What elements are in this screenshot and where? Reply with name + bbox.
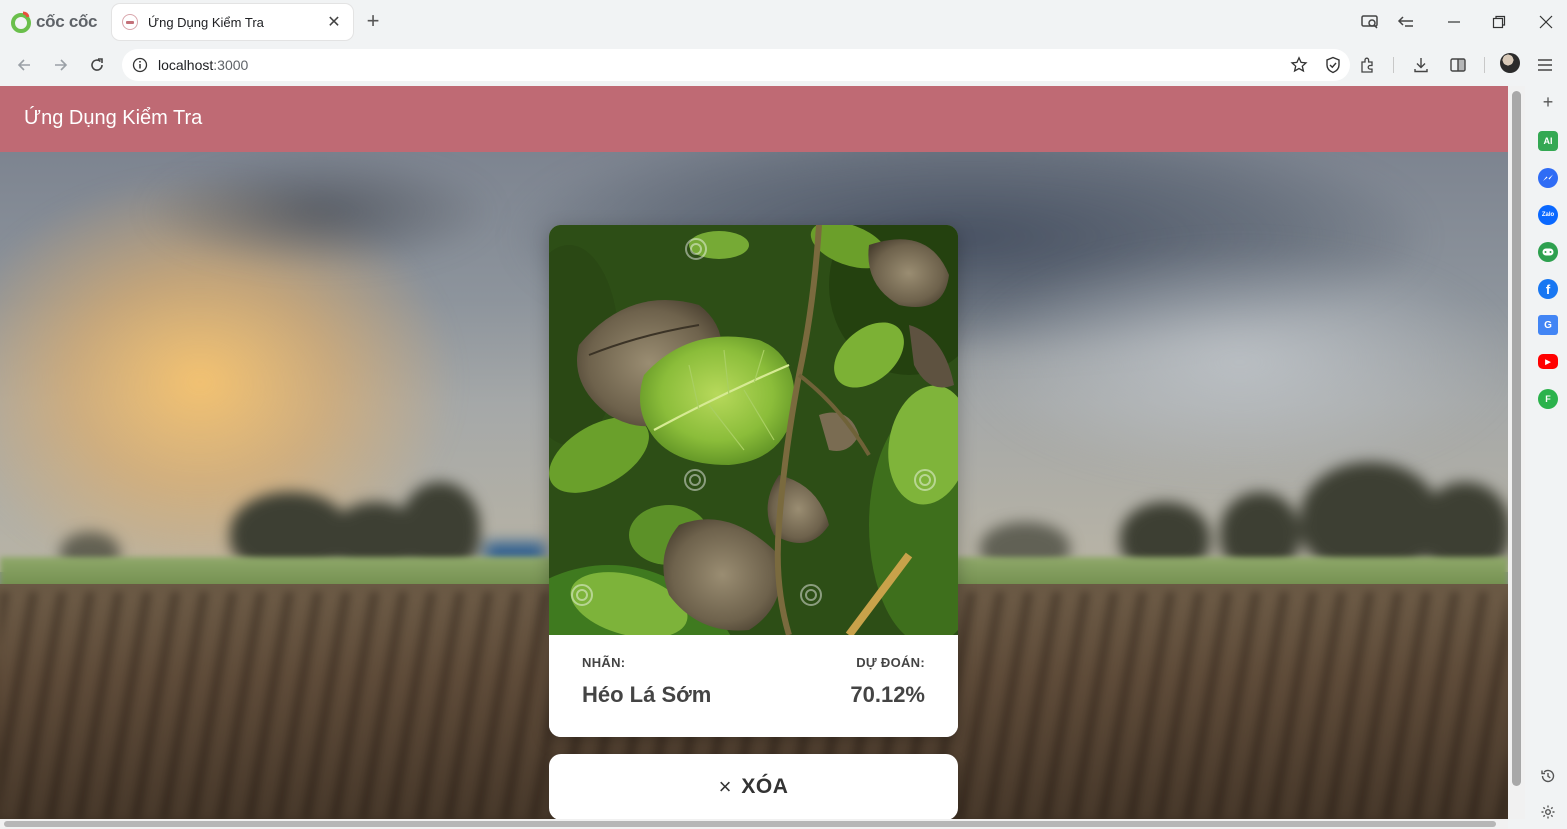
info-values: Héo Lá Sớm 70.12%	[582, 670, 925, 708]
back-button[interactable]	[11, 52, 37, 78]
extensions-icon[interactable]	[1356, 53, 1380, 77]
browser-sidebar: + AI Zalo f G ▶ F	[1528, 86, 1567, 829]
app-title: Ứng Dụng Kiểm Tra	[24, 107, 203, 129]
address-bar[interactable]: localhost:3000	[122, 49, 1350, 81]
horizontal-scrollbar-thumb[interactable]	[4, 821, 1496, 827]
site-info-icon[interactable]	[132, 57, 148, 73]
address-text[interactable]: localhost:3000	[158, 57, 248, 73]
prediction-heading: DỰ ĐOÁN:	[856, 655, 925, 670]
address-port: :3000	[213, 57, 249, 73]
sidebar-settings-icon[interactable]	[1537, 801, 1559, 823]
page-viewport: Ứng Dụng Kiểm Tra NHÃN: DỰ ĐOÁN: Héo Lá …	[0, 86, 1508, 819]
browser-toolbar: localhost:3000	[0, 44, 1567, 86]
label-value: Héo Lá Sớm	[582, 682, 712, 707]
app-header: Ứng Dụng Kiểm Tra	[0, 86, 1508, 152]
tab-favicon-icon	[122, 14, 138, 30]
bookmark-star-icon[interactable]	[1290, 56, 1308, 74]
sidebar-zalo-icon[interactable]: Zalo	[1538, 205, 1558, 225]
sidebar-facebook-label: f	[1545, 281, 1551, 297]
clear-button[interactable]: × XÓA	[549, 754, 958, 819]
prediction-info: NHÃN: DỰ ĐOÁN: Héo Lá Sớm 70.12%	[549, 635, 958, 737]
split-view-icon[interactable]	[1446, 53, 1470, 77]
sidebar-youtube-icon[interactable]: ▶	[1538, 354, 1558, 369]
minimize-button[interactable]	[1440, 10, 1468, 34]
label-heading: NHÃN:	[582, 655, 626, 670]
toolbar-separator	[1484, 57, 1485, 73]
bg-cloud	[960, 242, 1508, 482]
adblock-shield-icon[interactable]	[1324, 56, 1342, 74]
sidebar-zalo-label: Zalo	[1541, 212, 1555, 218]
bg-cloud	[140, 152, 500, 272]
sidebar-history-icon[interactable]	[1537, 765, 1559, 787]
sidebar-youtube-label: ▶	[1545, 358, 1551, 366]
tab-active[interactable]: Ứng Dụng Kiểm Tra ✕	[112, 4, 353, 40]
sidebar-add-icon[interactable]: +	[1537, 91, 1559, 113]
clear-button-label: XÓA	[741, 775, 789, 798]
close-window-button[interactable]	[1532, 10, 1560, 34]
download-icon[interactable]	[1409, 53, 1433, 77]
screen-capture-icon[interactable]	[1356, 10, 1384, 34]
toolbar-separator	[1393, 57, 1394, 73]
sidebar-ai-label: AI	[1543, 136, 1553, 146]
browser-logo[interactable]: cốc cốc	[10, 10, 98, 34]
result-card: NHÃN: DỰ ĐOÁN: Héo Lá Sớm 70.12%	[549, 225, 958, 737]
tab-strip: cốc cốc Ứng Dụng Kiểm Tra ✕ +	[0, 0, 1567, 44]
address-bar-actions	[1290, 53, 1342, 77]
sidebar-feedly-icon[interactable]: F	[1538, 389, 1558, 409]
tab-close-icon[interactable]: ✕	[325, 12, 343, 32]
uploaded-leaf-image	[549, 225, 958, 635]
sidebar-facebook-icon[interactable]: f	[1538, 279, 1558, 299]
new-tab-button[interactable]: +	[362, 10, 384, 32]
sidebar-ai-icon[interactable]: AI	[1538, 131, 1558, 151]
address-host: localhost	[158, 57, 214, 73]
horizontal-scrollbar[interactable]	[0, 819, 1508, 829]
browser-brand-text: cốc cốc	[36, 12, 98, 31]
sidebar-messenger-icon[interactable]	[1538, 168, 1558, 188]
tab-title: Ứng Dụng Kiểm Tra	[148, 14, 264, 30]
sidebar-translate-icon[interactable]: G	[1538, 315, 1558, 335]
prediction-value: 70.12%	[850, 682, 925, 707]
restore-button[interactable]	[1485, 10, 1513, 34]
forward-button[interactable]	[48, 52, 74, 78]
reload-button[interactable]	[84, 52, 110, 78]
leaf-image-illustration	[549, 225, 958, 635]
close-icon: ×	[718, 774, 732, 799]
sidebar-feedly-label: F	[1545, 394, 1551, 404]
vertical-scrollbar-thumb[interactable]	[1512, 91, 1521, 786]
vertical-scrollbar[interactable]	[1508, 86, 1525, 819]
coccoc-logo-icon	[11, 11, 31, 33]
info-headings: NHÃN: DỰ ĐOÁN:	[582, 655, 925, 670]
tab-search-icon[interactable]	[1392, 10, 1420, 34]
menu-icon[interactable]	[1533, 53, 1557, 77]
sidebar-translate-label: G	[1544, 319, 1552, 331]
profile-avatar[interactable]	[1500, 53, 1520, 73]
sidebar-game-icon[interactable]	[1538, 242, 1558, 262]
